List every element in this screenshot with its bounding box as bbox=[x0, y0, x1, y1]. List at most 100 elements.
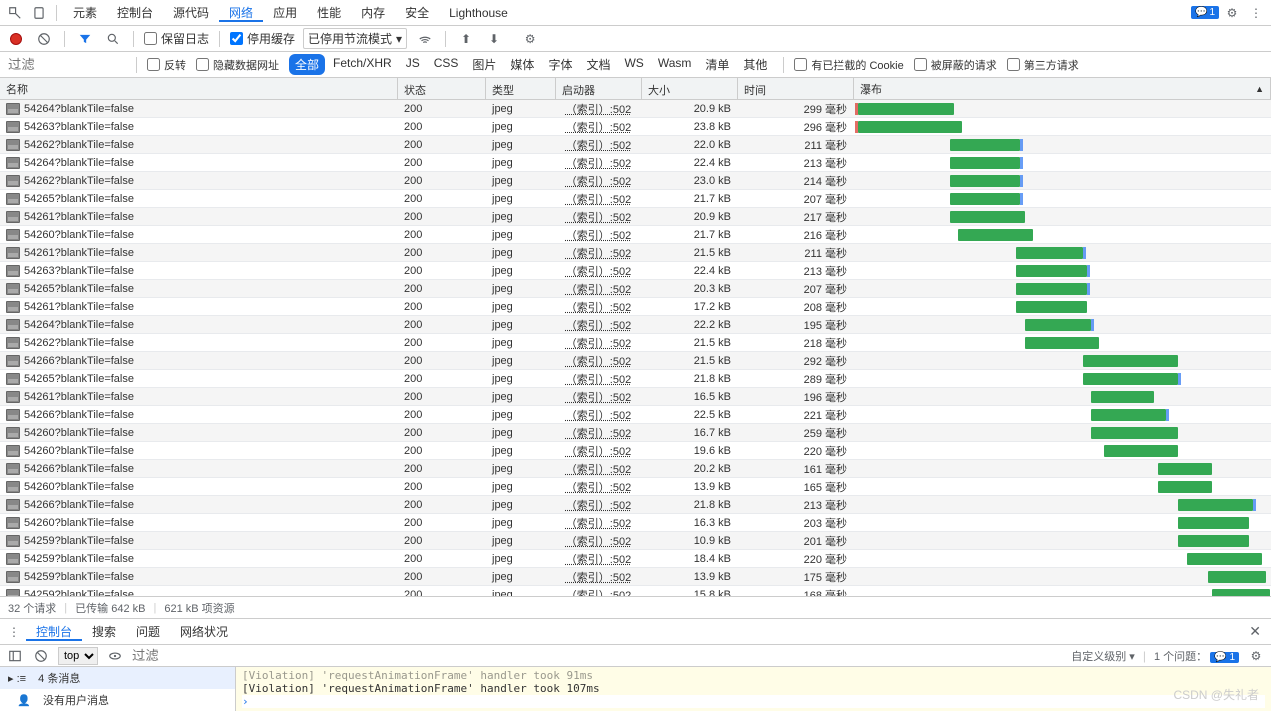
sidebar-no-user[interactable]: 👤 没有用户消息 bbox=[0, 689, 235, 711]
request-row[interactable]: 54259?blankTile=false200jpeg（索引）:50218.4… bbox=[0, 550, 1271, 568]
request-initiator[interactable]: （索引）:502 bbox=[566, 266, 631, 278]
request-row[interactable]: 54262?blankTile=false200jpeg（索引）:50223.0… bbox=[0, 172, 1271, 190]
request-row[interactable]: 54261?blankTile=false200jpeg（索引）:50221.5… bbox=[0, 244, 1271, 262]
drawer-tab-问题[interactable]: 问题 bbox=[126, 625, 170, 639]
blocked-requests-checkbox[interactable]: 被屏蔽的请求 bbox=[914, 57, 997, 73]
request-row[interactable]: 54261?blankTile=false200jpeg（索引）:50216.5… bbox=[0, 388, 1271, 406]
type-chip-Fetch/XHR[interactable]: Fetch/XHR bbox=[327, 54, 398, 75]
grid-body[interactable]: 54264?blankTile=false200jpeg（索引）:50220.9… bbox=[0, 100, 1271, 596]
request-initiator[interactable]: （索引）:502 bbox=[566, 212, 631, 224]
console-sidebar-icon[interactable] bbox=[6, 647, 24, 665]
drawer-tab-控制台[interactable]: 控制台 bbox=[26, 625, 82, 641]
request-row[interactable]: 54264?blankTile=false200jpeg（索引）:50222.4… bbox=[0, 154, 1271, 172]
sidebar-messages[interactable]: ▸ :≡ 4 条消息 bbox=[0, 667, 235, 689]
col-waterfall[interactable]: 瀑布▲ bbox=[854, 78, 1271, 99]
type-chip-Wasm[interactable]: Wasm bbox=[652, 54, 698, 75]
request-row[interactable]: 54262?blankTile=false200jpeg（索引）:50221.5… bbox=[0, 334, 1271, 352]
request-initiator[interactable]: （索引）:502 bbox=[566, 248, 631, 260]
request-initiator[interactable]: （索引）:502 bbox=[566, 590, 631, 597]
request-initiator[interactable]: （索引）:502 bbox=[566, 410, 631, 422]
preserve-log-checkbox[interactable]: 保留日志 bbox=[144, 30, 209, 47]
tab-性能[interactable]: 性能 bbox=[307, 6, 351, 20]
request-row[interactable]: 54261?blankTile=false200jpeg（索引）:50217.2… bbox=[0, 298, 1271, 316]
console-filter-input[interactable] bbox=[132, 648, 212, 663]
tab-安全[interactable]: 安全 bbox=[395, 6, 439, 20]
request-row[interactable]: 54265?blankTile=false200jpeg（索引）:50221.7… bbox=[0, 190, 1271, 208]
more-icon[interactable]: ⋮ bbox=[1245, 2, 1267, 24]
tab-源代码[interactable]: 源代码 bbox=[163, 6, 219, 20]
request-row[interactable]: 54266?blankTile=false200jpeg（索引）:50220.2… bbox=[0, 460, 1271, 478]
type-chip-其他[interactable]: 其他 bbox=[737, 54, 773, 75]
request-row[interactable]: 54266?blankTile=false200jpeg（索引）:50222.5… bbox=[0, 406, 1271, 424]
request-initiator[interactable]: （索引）:502 bbox=[566, 518, 631, 530]
third-party-checkbox[interactable]: 第三方请求 bbox=[1007, 57, 1079, 73]
request-row[interactable]: 54266?blankTile=false200jpeg（索引）:50221.5… bbox=[0, 352, 1271, 370]
clear-icon[interactable] bbox=[34, 29, 54, 49]
request-row[interactable]: 54264?blankTile=false200jpeg（索引）:50220.9… bbox=[0, 100, 1271, 118]
request-row[interactable]: 54261?blankTile=false200jpeg（索引）:50220.9… bbox=[0, 208, 1271, 226]
col-name[interactable]: 名称 bbox=[0, 78, 398, 99]
live-expr-icon[interactable] bbox=[106, 647, 124, 665]
request-initiator[interactable]: （索引）:502 bbox=[566, 104, 631, 116]
request-row[interactable]: 54264?blankTile=false200jpeg（索引）:50222.2… bbox=[0, 316, 1271, 334]
request-initiator[interactable]: （索引）:502 bbox=[566, 500, 631, 512]
request-initiator[interactable]: （索引）:502 bbox=[566, 392, 631, 404]
request-row[interactable]: 54259?blankTile=false200jpeg（索引）:50210.9… bbox=[0, 532, 1271, 550]
blocked-cookies-checkbox[interactable]: 有已拦截的 Cookie bbox=[794, 57, 903, 73]
request-initiator[interactable]: （索引）:502 bbox=[566, 284, 631, 296]
request-row[interactable]: 54260?blankTile=false200jpeg（索引）:50221.7… bbox=[0, 226, 1271, 244]
request-initiator[interactable]: （索引）:502 bbox=[566, 338, 631, 350]
tab-Lighthouse[interactable]: Lighthouse bbox=[439, 6, 518, 20]
request-row[interactable]: 54260?blankTile=false200jpeg（索引）:50216.7… bbox=[0, 424, 1271, 442]
network-conditions-icon[interactable] bbox=[415, 29, 435, 49]
drawer-tab-网络状况[interactable]: 网络状况 bbox=[170, 625, 238, 639]
device-icon[interactable] bbox=[28, 2, 50, 24]
type-chip-CSS[interactable]: CSS bbox=[428, 54, 465, 75]
invert-checkbox[interactable]: 反转 bbox=[147, 57, 186, 73]
issues-badge[interactable]: 💬 1 bbox=[1191, 6, 1219, 19]
request-row[interactable]: 54260?blankTile=false200jpeg（索引）:50213.9… bbox=[0, 478, 1271, 496]
request-row[interactable]: 54263?blankTile=false200jpeg（索引）:50223.8… bbox=[0, 118, 1271, 136]
request-row[interactable]: 54262?blankTile=false200jpeg（索引）:50222.0… bbox=[0, 136, 1271, 154]
search-icon[interactable] bbox=[103, 29, 123, 49]
request-row[interactable]: 54266?blankTile=false200jpeg（索引）:50221.8… bbox=[0, 496, 1271, 514]
drawer-more-icon[interactable]: ⋮ bbox=[4, 622, 24, 642]
request-initiator[interactable]: （索引）:502 bbox=[566, 374, 631, 386]
request-initiator[interactable]: （索引）:502 bbox=[566, 122, 631, 134]
request-initiator[interactable]: （索引）:502 bbox=[566, 446, 631, 458]
request-row[interactable]: 54260?blankTile=false200jpeg（索引）:50219.6… bbox=[0, 442, 1271, 460]
request-initiator[interactable]: （索引）:502 bbox=[566, 320, 631, 332]
request-initiator[interactable]: （索引）:502 bbox=[566, 302, 631, 314]
tab-控制台[interactable]: 控制台 bbox=[107, 6, 163, 20]
request-initiator[interactable]: （索引）:502 bbox=[566, 572, 631, 584]
request-row[interactable]: 54265?blankTile=false200jpeg（索引）:50221.8… bbox=[0, 370, 1271, 388]
type-chip-全部[interactable]: 全部 bbox=[289, 54, 325, 75]
tab-网络[interactable]: 网络 bbox=[219, 6, 263, 22]
record-icon[interactable] bbox=[6, 29, 26, 49]
request-initiator[interactable]: （索引）:502 bbox=[566, 140, 631, 152]
type-chip-清单[interactable]: 清单 bbox=[699, 54, 735, 75]
drawer-tab-搜索[interactable]: 搜索 bbox=[82, 625, 126, 639]
request-initiator[interactable]: （索引）:502 bbox=[566, 194, 631, 206]
log-level-select[interactable]: 自定义级别 ▾ bbox=[1071, 648, 1135, 664]
console-messages[interactable]: [Violation] 'requestAnimationFrame' hand… bbox=[236, 667, 1271, 711]
type-chip-JS[interactable]: JS bbox=[400, 54, 426, 75]
col-size[interactable]: 大小 bbox=[642, 78, 738, 99]
request-initiator[interactable]: （索引）:502 bbox=[566, 356, 631, 368]
network-settings-icon[interactable]: ⚙ bbox=[520, 29, 540, 49]
context-select[interactable]: top bbox=[58, 647, 98, 665]
request-initiator[interactable]: （索引）:502 bbox=[566, 464, 631, 476]
inspect-icon[interactable] bbox=[4, 2, 26, 24]
settings-icon[interactable]: ⚙ bbox=[1221, 2, 1243, 24]
console-clear-icon[interactable] bbox=[32, 647, 50, 665]
type-chip-字体[interactable]: 字体 bbox=[542, 54, 578, 75]
hide-data-url-checkbox[interactable]: 隐藏数据网址 bbox=[196, 57, 279, 73]
type-chip-文档[interactable]: 文档 bbox=[580, 54, 616, 75]
request-initiator[interactable]: （索引）:502 bbox=[566, 536, 631, 548]
col-type[interactable]: 类型 bbox=[486, 78, 556, 99]
request-initiator[interactable]: （索引）:502 bbox=[566, 482, 631, 494]
console-prompt[interactable]: › bbox=[242, 695, 1265, 708]
request-initiator[interactable]: （索引）:502 bbox=[566, 158, 631, 170]
type-chip-WS[interactable]: WS bbox=[618, 54, 649, 75]
type-chip-图片[interactable]: 图片 bbox=[466, 54, 502, 75]
